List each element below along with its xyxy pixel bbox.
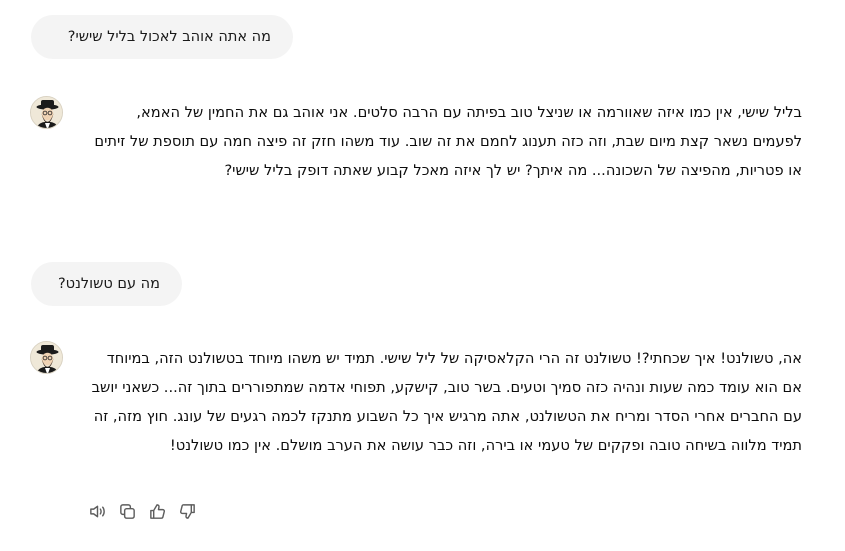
- assistant-message-text: בליל שישי, אין כמו איזה שאוורמה או שניצל…: [94, 104, 802, 179]
- copy-icon: [120, 504, 135, 519]
- thumbs-down-icon: [180, 504, 195, 519]
- user-message-text: מה עם טשולנט?: [57, 276, 160, 292]
- thumbs-up-icon: [150, 504, 165, 519]
- user-message-bubble: מה אתה אוהב לאכול בליל שישי?: [31, 15, 293, 59]
- rabbi-avatar-icon: [31, 342, 62, 373]
- good-response-button[interactable]: [147, 501, 168, 522]
- rabbi-avatar-icon: [31, 97, 62, 128]
- assistant-message: אה, טשולנט! איך שכחתי?! טשולנט זה הרי הק…: [88, 344, 802, 460]
- user-message-text: מה אתה אוהב לאכול בליל שישי?: [67, 29, 271, 45]
- speaker-icon: [90, 505, 105, 518]
- user-message-bubble: מה עם טשולנט?: [31, 262, 182, 306]
- assistant-message: בליל שישי, אין כמו איזה שאוורמה או שניצל…: [88, 98, 802, 185]
- message-actions: [87, 501, 198, 522]
- assistant-avatar: [30, 341, 63, 374]
- assistant-message-text: אה, טשולנט! איך שכחתי?! טשולנט זה הרי הק…: [91, 350, 802, 454]
- assistant-avatar: [30, 96, 63, 129]
- copy-button[interactable]: [117, 501, 138, 522]
- bad-response-button[interactable]: [177, 501, 198, 522]
- read-aloud-button[interactable]: [87, 501, 108, 522]
